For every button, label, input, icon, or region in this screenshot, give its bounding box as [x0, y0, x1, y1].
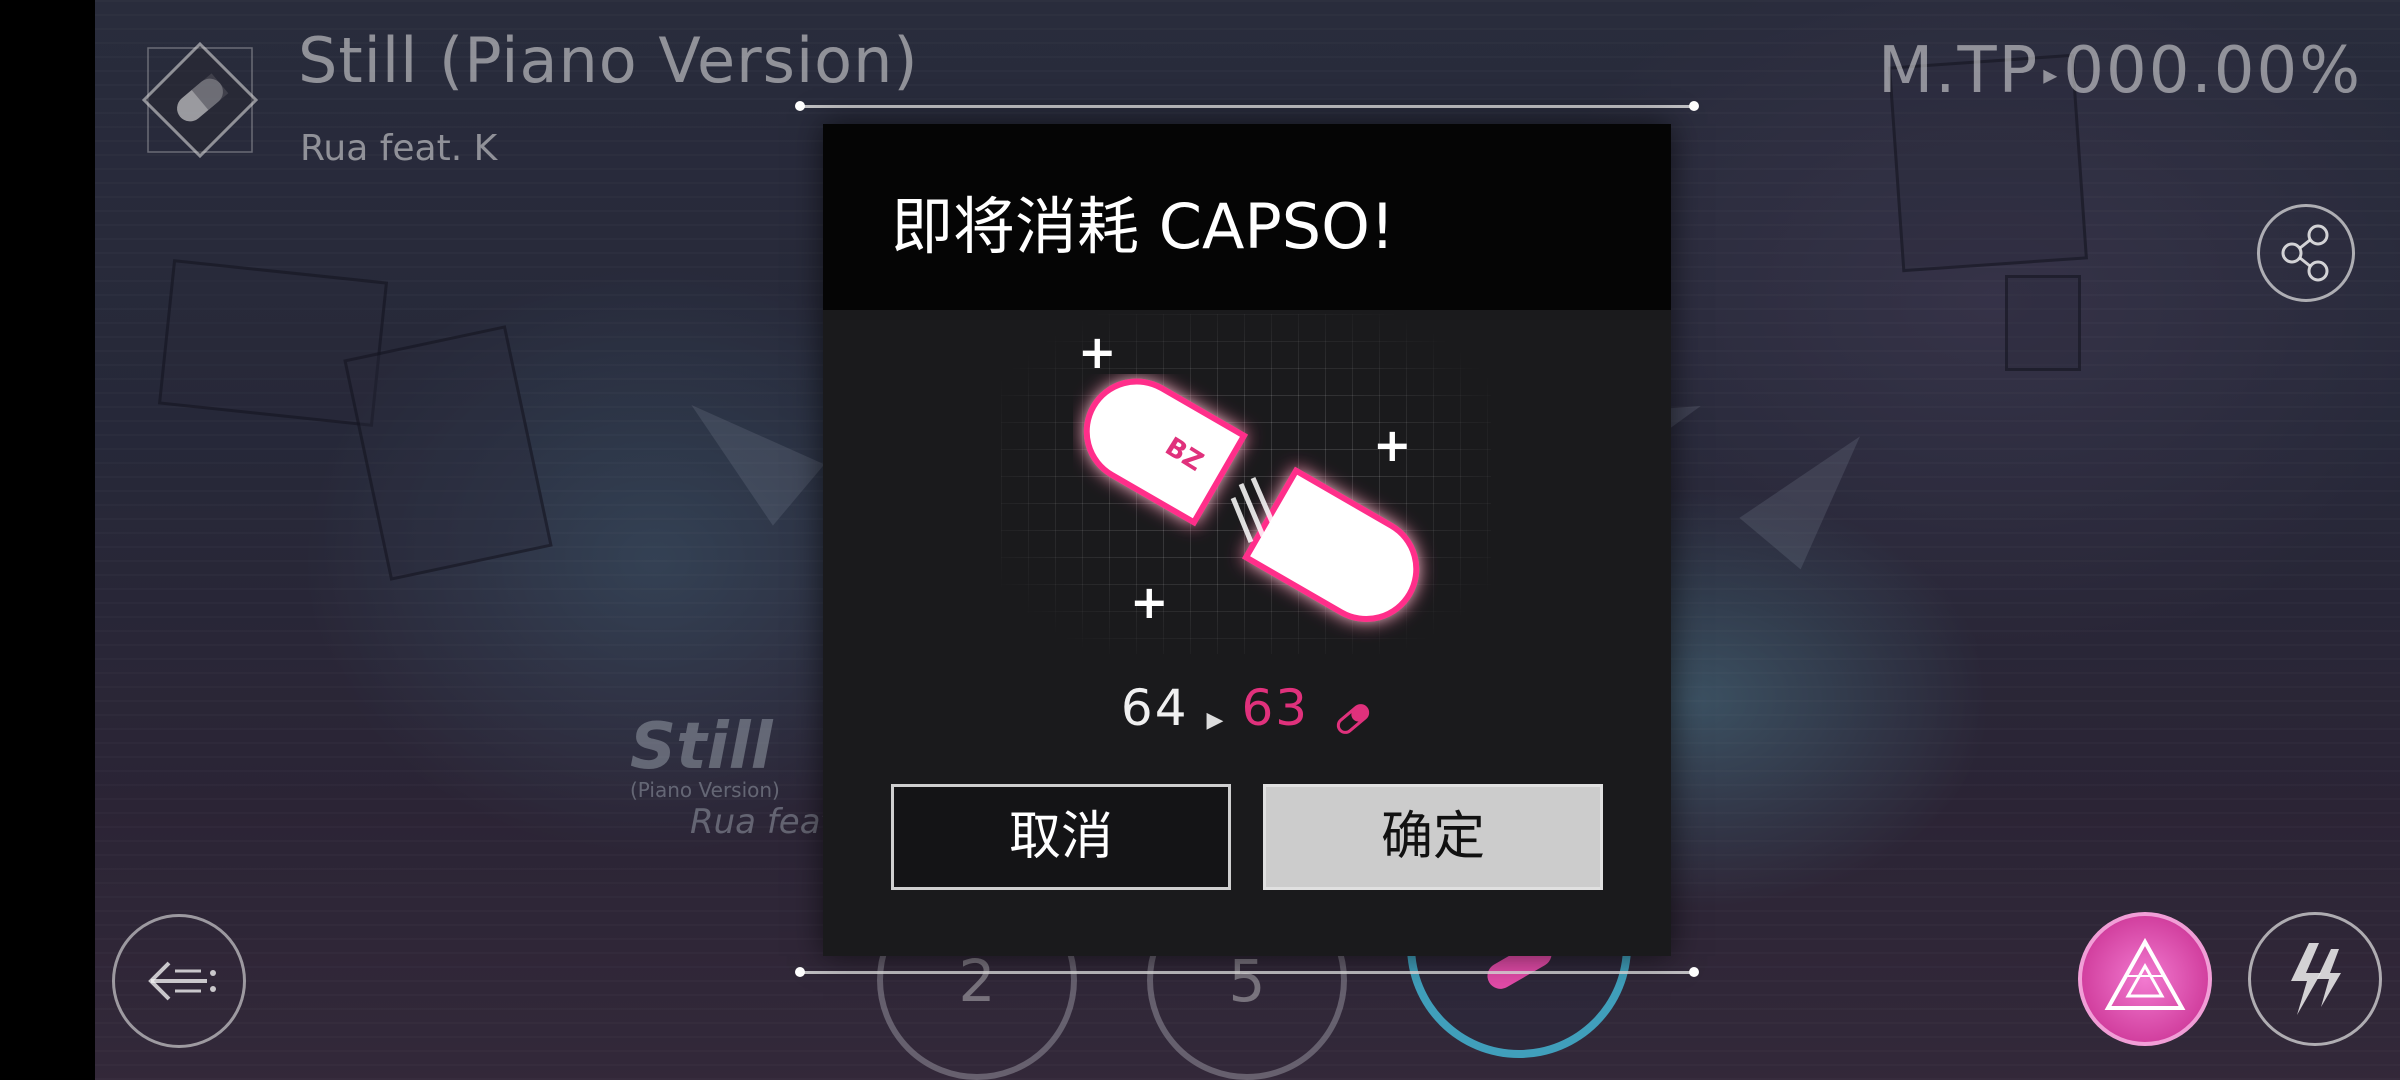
mtp-arrow-icon: ▸	[2043, 57, 2060, 91]
back-arrow-icon	[148, 961, 216, 1001]
song-artist: Rua feat. K	[300, 128, 498, 169]
capsule-icon	[1333, 699, 1373, 743]
sparkle-plus-icon: +	[1078, 325, 1117, 379]
capso-capsule-icon: BZ	[1083, 378, 1420, 622]
cancel-button[interactable]: 取消	[891, 784, 1231, 890]
count-arrow-icon: ▶	[1206, 708, 1224, 733]
share-icon	[2281, 224, 2329, 282]
dialog-header: 即将消耗 CAPSO!	[823, 124, 1671, 310]
difficulty-level: 2	[958, 947, 996, 1015]
capso-count-from: 64	[1120, 679, 1189, 737]
song-title: Still (Piano Version)	[298, 24, 919, 97]
confirm-button[interactable]: 确定	[1263, 784, 1603, 890]
mtp-label: M.TP	[1877, 34, 2040, 108]
rail-dot	[795, 967, 805, 977]
capso-confirm-dialog: 即将消耗 CAPSO! + + + BZ 64 ▶ 63 取消 确定	[823, 124, 1671, 956]
mtp-score: M.TP ▸000.00%	[1878, 34, 2362, 108]
rail-dot	[795, 101, 805, 111]
triangle-mode-icon	[2104, 937, 2186, 1010]
rail-dot	[1689, 101, 1699, 111]
mode-button[interactable]	[2078, 912, 2212, 1046]
dialog-rail-bottom	[800, 971, 1694, 974]
capsule-diamond-icon	[141, 41, 259, 159]
effect-button[interactable]	[2248, 912, 2382, 1046]
dialog-title: 即将消耗 CAPSO!	[891, 190, 1395, 263]
rail-dot	[1689, 967, 1699, 977]
back-button[interactable]	[112, 914, 246, 1048]
dialog-rail-top	[800, 105, 1694, 108]
mtp-value: 000.00%	[2063, 34, 2362, 108]
capso-count: 64 ▶ 63	[823, 679, 1671, 749]
lightning-icon	[2291, 943, 2341, 1015]
difficulty-level: 5	[1228, 947, 1266, 1015]
share-button[interactable]	[2257, 204, 2355, 302]
capso-count-to: 63	[1241, 679, 1310, 737]
